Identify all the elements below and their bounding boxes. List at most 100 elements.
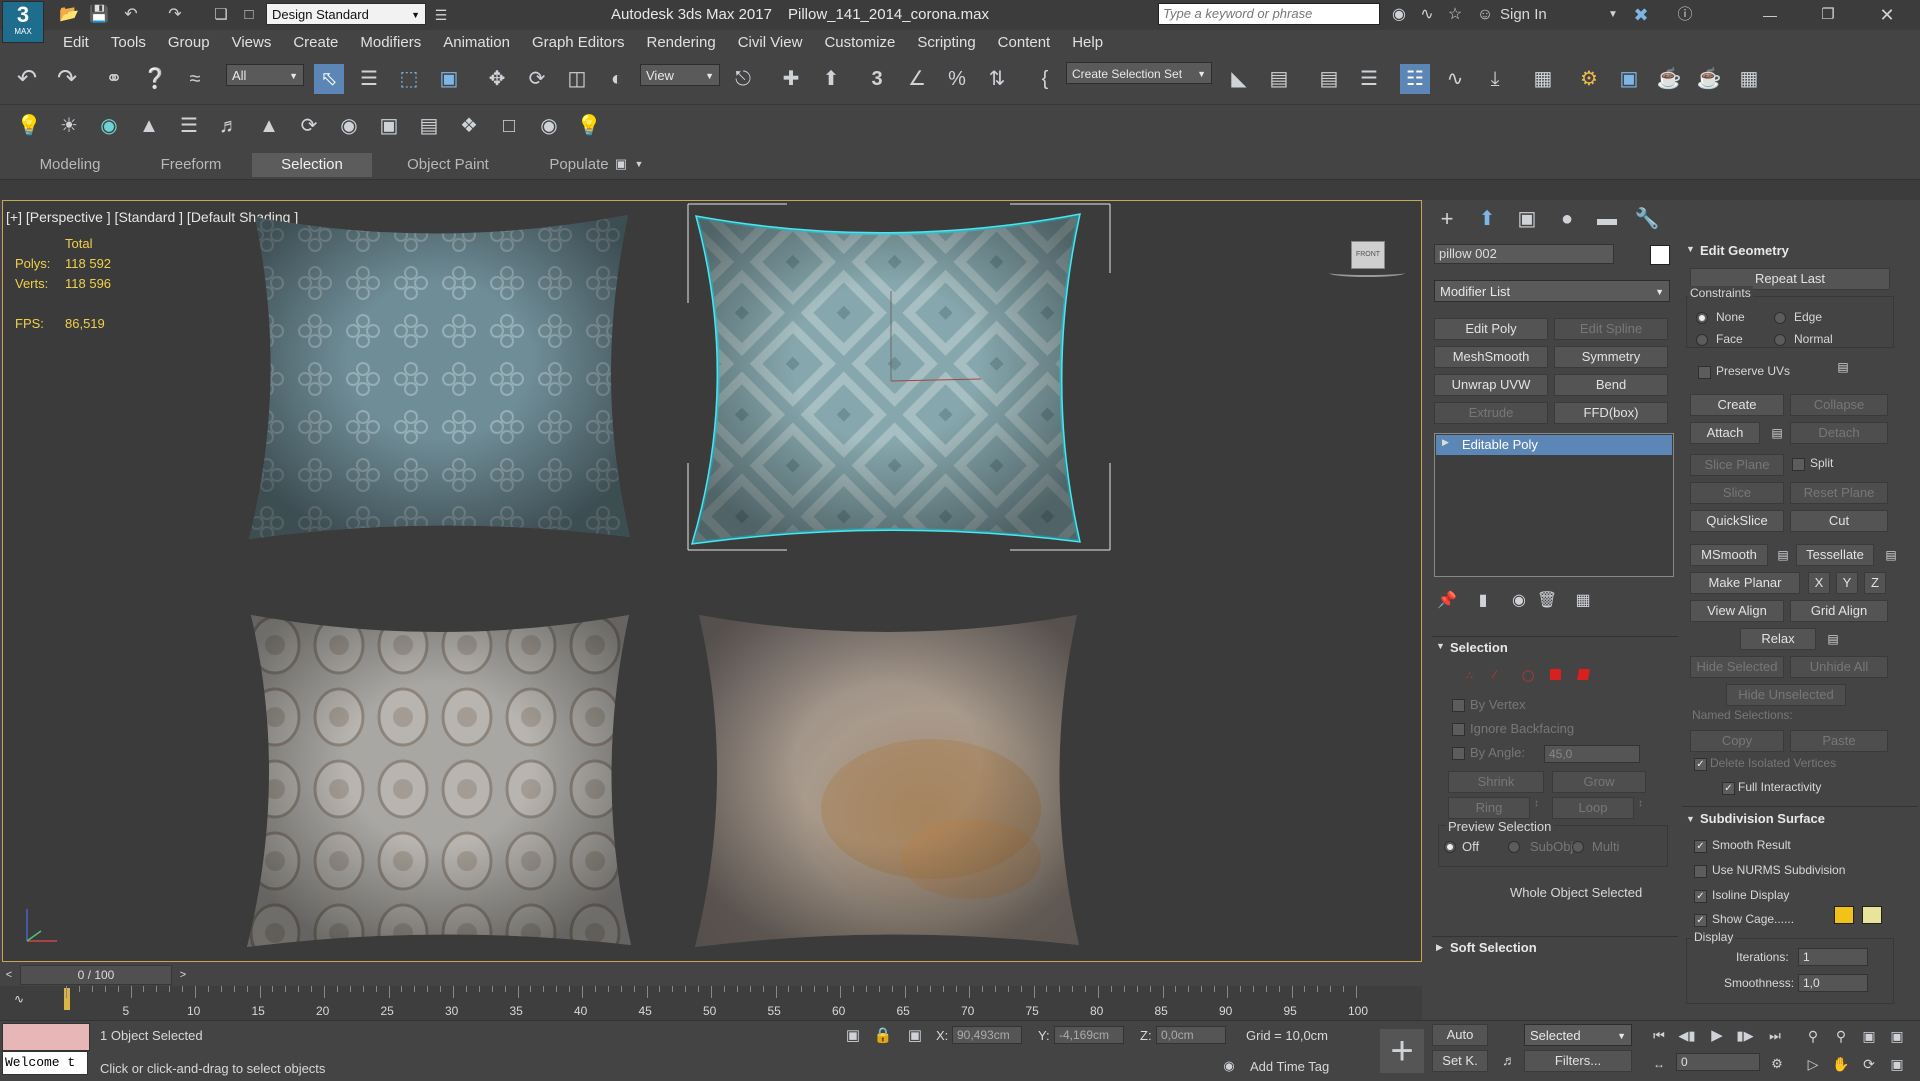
close-icon[interactable]: ✕ [1872,0,1902,30]
menu-item-rendering[interactable]: Rendering [635,30,726,56]
pin-icon[interactable]: ▲ [254,111,284,141]
edge-mode-icon[interactable]: ∕ [1494,669,1506,681]
cage-color-swatch-2[interactable] [1862,906,1882,924]
menu-item-graph-editors[interactable]: Graph Editors [521,30,636,56]
modifier-list-dropdown[interactable]: Modifier List ▼ [1434,280,1670,302]
edit-geometry-header[interactable]: Edit Geometry [1700,240,1789,262]
zoom-extents-icon[interactable]: ▣ [1854,1021,1884,1051]
key-mode-icon[interactable]: ↔ [1644,1049,1674,1079]
perspective-viewport[interactable]: [+] [Perspective ] [Standard ] [Default … [2,200,1422,962]
menu-item-scripting[interactable]: Scripting [906,30,986,56]
render-grid-icon[interactable]: ▦ [1734,64,1764,94]
help-icon[interactable]: ⓘ [1670,0,1700,30]
reference-coordinate-dropdown[interactable]: View ▼ [640,64,720,86]
planar-x-button[interactable]: X [1808,572,1830,594]
undo-icon[interactable]: ↶ [116,0,146,30]
light-icon[interactable]: 💡 [14,111,44,141]
render-setup-icon[interactable]: ⚙ [1574,64,1604,94]
display-tab-icon[interactable]: ▬ [1592,204,1622,234]
rendered-frame-icon[interactable]: ▣ [1614,64,1644,94]
project-folder-icon[interactable]: ❏ [206,0,236,30]
time-slider[interactable]: < 0 / 100 > [0,964,1422,986]
rotate-icon[interactable]: ⟳ [522,64,552,94]
placement-icon[interactable]: ◐ [602,64,632,94]
bind-space-warp-icon[interactable]: ≈ [180,64,210,94]
scene-explorer-icon[interactable]: ▤ [1314,64,1344,94]
time-slider-next[interactable]: > [174,965,192,985]
modifier-button-meshsmooth[interactable]: MeshSmooth [1434,346,1548,368]
pillow-grey-lattice[interactable] [243,609,635,949]
utilities-tab-icon[interactable]: 🔧 [1632,204,1662,234]
menu-item-create[interactable]: Create [282,30,349,56]
app-logo[interactable]: 3 MAX [2,1,44,43]
autodesk-exchange-icon[interactable]: ✖ [1626,0,1656,30]
menu-item-edit[interactable]: Edit [52,30,100,56]
collapse-arrow-icon[interactable]: ▼ [1686,814,1695,824]
slice-button[interactable]: Slice [1690,482,1784,504]
y-coordinate-field[interactable]: -4,169cm [1054,1026,1124,1044]
workspace-folder-icon[interactable]: □ [234,0,264,30]
schematic-view-icon[interactable]: ⤓ [1480,64,1510,94]
menu-item-civil-view[interactable]: Civil View [727,30,814,56]
modifier-button-bend[interactable]: Bend [1554,374,1668,396]
orbit-icon[interactable]: ⟳ [1854,1049,1884,1079]
make-planar-button[interactable]: Make Planar [1690,572,1800,594]
prev-frame-icon[interactable]: ◀▮ [1672,1021,1702,1051]
element-mode-icon[interactable] [1577,669,1590,680]
snap-toggle-icon[interactable]: 3 [862,64,892,94]
constraint-none-radio[interactable] [1696,312,1708,324]
tessellate-button[interactable]: Tessellate [1796,544,1874,566]
redo-icon[interactable]: ↷ [52,64,82,94]
spinner-snap-icon[interactable]: ⇅ [982,64,1012,94]
planar-z-button[interactable]: Z [1864,572,1886,594]
list-icon[interactable]: ☰ [174,111,204,141]
star-icon[interactable]: ☆ [1440,0,1470,30]
object-name-field[interactable]: pillow 002 [1434,244,1614,264]
ignore-backfacing-checkbox[interactable] [1452,723,1465,736]
menu-item-group[interactable]: Group [157,30,221,56]
selection-set-dropdown[interactable]: Create Selection Set ▼ [1066,62,1212,84]
full-interactivity-checkbox[interactable]: ✓ [1722,782,1735,795]
absolute-mode-icon[interactable]: ▣ [900,1021,930,1051]
lock-selection-icon[interactable]: 🔒 [868,1021,898,1051]
preview-subobj-radio[interactable] [1508,841,1520,853]
split-checkbox[interactable] [1792,458,1805,471]
vertex-mode-icon[interactable]: ∴ [1466,669,1478,682]
unlink-icon[interactable]: ❔ [140,64,170,94]
workspace-dropdown[interactable]: Design Standard ▼ [266,3,426,25]
by-vertex-checkbox[interactable] [1452,699,1465,712]
isoline-display-checkbox[interactable]: ✓ [1694,890,1707,903]
z-coordinate-field[interactable]: 0,0cm [1156,1026,1226,1044]
msmooth-settings-icon[interactable]: ▤ [1768,540,1798,570]
move-icon[interactable]: ✥ [482,64,512,94]
select-object-icon[interactable]: ⬁ [314,64,344,94]
x-coordinate-field[interactable]: 90,493cm [952,1026,1022,1044]
pillow-blue-floral[interactable] [243,211,635,547]
maxscript-mini-listener[interactable] [2,1023,90,1051]
create-tab-icon[interactable]: + [1432,204,1462,234]
ribbon-tab-modeling[interactable]: Modeling [10,153,130,177]
loop-spinner-icon[interactable]: ↕ [1638,798,1643,809]
polygon-mode-icon[interactable] [1550,669,1561,680]
modifier-button-edit-spline[interactable]: Edit Spline [1554,318,1668,340]
collapse-arrow-icon[interactable]: ▼ [1436,641,1445,651]
unhide-all-button[interactable]: Unhide All [1790,656,1888,678]
shrink-button[interactable]: Shrink [1448,771,1544,793]
edit-named-selection-icon[interactable]: { [1030,64,1060,94]
zoom-all-icon[interactable]: ⚲ [1826,1021,1856,1051]
hide-selected-button[interactable]: Hide Selected [1690,656,1784,678]
goto-end-icon[interactable]: ⏭ [1760,1021,1790,1051]
grid-frame-icon[interactable]: ▣ [374,111,404,141]
grid-align-button[interactable]: Grid Align [1790,600,1888,622]
menu-item-customize[interactable]: Customize [813,30,906,56]
pan-icon[interactable]: ✋ [1826,1049,1856,1079]
forest-icon[interactable]: ▲ [134,111,164,141]
layer-explorer-icon[interactable]: ☰ [1354,64,1384,94]
pillow-distressed[interactable] [691,609,1083,949]
soft-selection-rollout[interactable]: ▶ Soft Selection [1432,936,1678,959]
detach-button[interactable]: Detach [1790,422,1888,444]
pin-stack-icon[interactable]: 📌 [1432,586,1462,616]
nodes-icon[interactable]: ❖ [454,111,484,141]
ring-button[interactable]: Ring [1448,797,1530,819]
maximize-viewport-icon[interactable]: ▣ [1882,1049,1912,1079]
